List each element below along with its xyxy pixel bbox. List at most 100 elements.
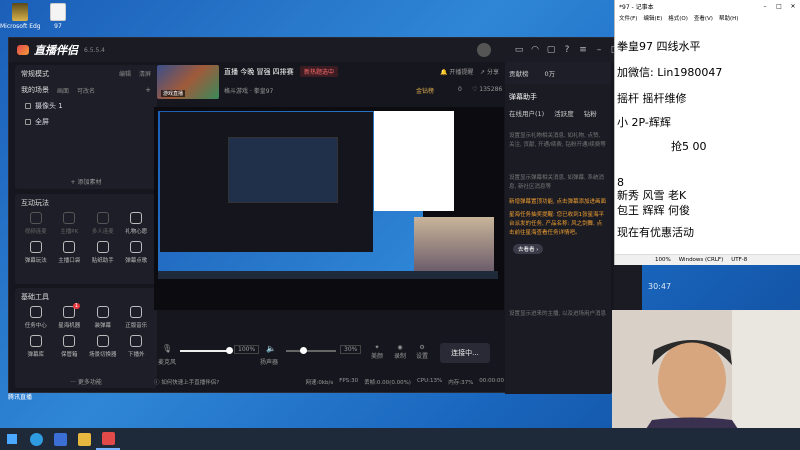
clear-button[interactable]: 清屏 (139, 69, 151, 79)
announce-label: 开播提醒 (449, 69, 474, 76)
stream-title[interactable]: 直播 今晚 冒强 四排赛 (224, 67, 294, 77)
notepad-maximize-icon[interactable]: □ (772, 3, 786, 10)
more-features-button[interactable]: ··· 更多功能 (15, 377, 157, 386)
ranking-tab[interactable]: 贡献榜 (509, 68, 529, 78)
app-title: 直播伴侣 (34, 44, 78, 57)
speaker-slider-thumb[interactable] (300, 347, 307, 354)
danmu-title: 弹幕助手 (509, 93, 537, 101)
stream-preview[interactable] (154, 107, 504, 310)
message-icon[interactable]: ▭ (511, 45, 527, 55)
stream-cover[interactable]: 游戏直播 (157, 65, 219, 99)
zoom-level: 100% (655, 257, 671, 263)
danmu-tab[interactable]: 在线用户(1) (509, 108, 544, 118)
tool-item[interactable]: 弹幕库 (19, 335, 53, 358)
notepad-minimize-icon[interactable]: – (758, 3, 772, 10)
scene-tab-rename[interactable]: 可改名 (77, 86, 95, 95)
notepad-menu-item[interactable]: 帮助(H) (719, 14, 738, 22)
likes-value: 135286 (479, 86, 503, 93)
mic-slider-thumb[interactable] (226, 347, 233, 354)
mic-volume[interactable]: 100% (234, 345, 260, 354)
share-button[interactable]: ↗ 分享 (480, 67, 499, 76)
tool-item[interactable]: 多人连麦 (86, 212, 120, 235)
tool-item[interactable]: 任务中心 (19, 306, 53, 329)
tool-item[interactable]: 主播PK (53, 212, 87, 235)
notepad-menu-item[interactable]: 编辑(E) (643, 14, 662, 22)
start-stream-button[interactable]: 连接中... (440, 343, 490, 363)
edge-icon (29, 432, 43, 446)
stream-category[interactable]: 格斗游戏 · 拳皇97 (224, 86, 273, 95)
tool-item[interactable]: 正版音乐 (120, 306, 154, 329)
desktop-icon-97[interactable]: 97 (38, 3, 78, 30)
speaker-label: 扬声器 (260, 359, 279, 366)
tool-icon (130, 212, 143, 224)
notice-icon[interactable]: ▢ (543, 45, 559, 55)
memory: 内存:37% (448, 380, 474, 386)
edit-button[interactable]: 编辑 (119, 69, 131, 79)
menu-icon[interactable]: ≡ (575, 45, 591, 55)
tool-item[interactable]: 装弹幕 (86, 306, 120, 329)
notepad-editor[interactable]: 拳皇97 四线水平 加微信: Lin1980047 摇杆 摇杆维修 小 2P-辉… (615, 24, 800, 254)
minimize-icon[interactable]: – (591, 45, 607, 55)
taskbar-edge[interactable] (24, 428, 48, 450)
speaker-icon[interactable]: 🔈 (266, 344, 276, 353)
mic-slider[interactable] (180, 350, 230, 352)
stream-tag-button[interactable]: 新热题选中 (300, 66, 339, 77)
tool-icon (96, 335, 109, 347)
captured-webcam (414, 217, 494, 273)
tool-icon (29, 306, 42, 318)
mode-selector[interactable]: 常规模式 (21, 69, 49, 79)
tool-item[interactable]: 弹幕点歌 (120, 241, 154, 264)
tool-item[interactable]: 贴纸助手 (86, 241, 120, 264)
app-version: 6.5.5.4 (84, 46, 105, 54)
notepad-titlebar: *97 - 记事本 – □ ✕ (615, 0, 800, 12)
tool-icon (130, 241, 143, 253)
tool-label: 多人连麦 (91, 229, 114, 235)
desktop-icon-label: 腾讯直播 (7, 394, 32, 401)
scene-tab-screen[interactable]: 画面 (57, 86, 69, 95)
desktop-icon-edge[interactable]: Microsoft Edge (0, 3, 40, 30)
notepad-close-icon[interactable]: ✕ (786, 3, 800, 10)
tool-item[interactable]: 弹幕玩法 (19, 241, 53, 264)
tool-item[interactable]: 保管箱 (53, 335, 87, 358)
source-item[interactable]: 摄像头 1 (15, 97, 157, 115)
taskbar-zhibo[interactable] (96, 428, 120, 450)
headset-icon[interactable]: ◠ (527, 45, 543, 55)
screen-icon (25, 119, 31, 125)
tool-item[interactable]: 礼物心愿 (120, 212, 154, 235)
danmu-tab[interactable]: 钻粉 (584, 108, 597, 118)
speaker-volume[interactable]: 30% (340, 345, 362, 354)
encoding: UTF-8 (731, 257, 748, 263)
notepad-menu-item[interactable]: 格式(O) (668, 14, 688, 22)
avatar[interactable] (477, 43, 491, 57)
record-button[interactable]: ◉ 录制 (394, 344, 406, 360)
help-link[interactable]: ⓘ 如何快速上手直播伴侣? (154, 378, 219, 390)
gift-tip: 设置显示礼物相关消息, 如礼物, 点赞, 关注, 贡献, 开通/续费, 钻粉开通… (509, 133, 606, 148)
fans-count: 0 (458, 86, 462, 93)
beauty-button[interactable]: ✦ 美颜 (371, 344, 383, 360)
notepad-window: *97 - 记事本 – □ ✕ 文件(F) 编辑(E) 格式(O) 查看(V) 帮助(H… (614, 0, 800, 265)
help-icon[interactable]: ? (559, 45, 575, 55)
taskbar-explorer[interactable] (72, 428, 96, 450)
taskbar-app-a[interactable] (48, 428, 72, 450)
tool-item[interactable]: 主播口袋 (53, 241, 87, 264)
speaker-slider[interactable] (286, 350, 336, 352)
record-label: 录制 (394, 353, 407, 360)
tool-item[interactable]: 星海机器 1 (53, 303, 87, 329)
desktop-icon-recycle[interactable]: 腾讯直播 (0, 392, 40, 401)
tool-icon (29, 335, 42, 347)
notepad-menu-item[interactable]: 查看(V) (694, 14, 713, 22)
danmu-tab[interactable]: 活跃度 (554, 108, 574, 118)
tool-item[interactable]: 场景切换器 (86, 335, 120, 358)
add-source-button[interactable]: + 添加素材 (15, 177, 157, 186)
mic-icon[interactable]: 🎙 (162, 344, 172, 353)
source-item[interactable]: 全屏 (15, 115, 157, 129)
tool-item[interactable]: 下播外 (120, 335, 154, 358)
desktop-clock-overlay: 30:47 (648, 282, 672, 291)
add-scene-icon[interactable]: + (145, 86, 151, 94)
tool-item[interactable]: 视频连麦 (19, 212, 53, 235)
start-button[interactable] (0, 428, 24, 450)
go-see-button[interactable]: 去看看 › (513, 244, 544, 254)
notepad-menu-item[interactable]: 文件(F) (619, 14, 637, 22)
settings-button[interactable]: ⚙ 设置 (416, 344, 428, 360)
announce-button[interactable]: 🔔 开播提醒 (440, 67, 473, 76)
